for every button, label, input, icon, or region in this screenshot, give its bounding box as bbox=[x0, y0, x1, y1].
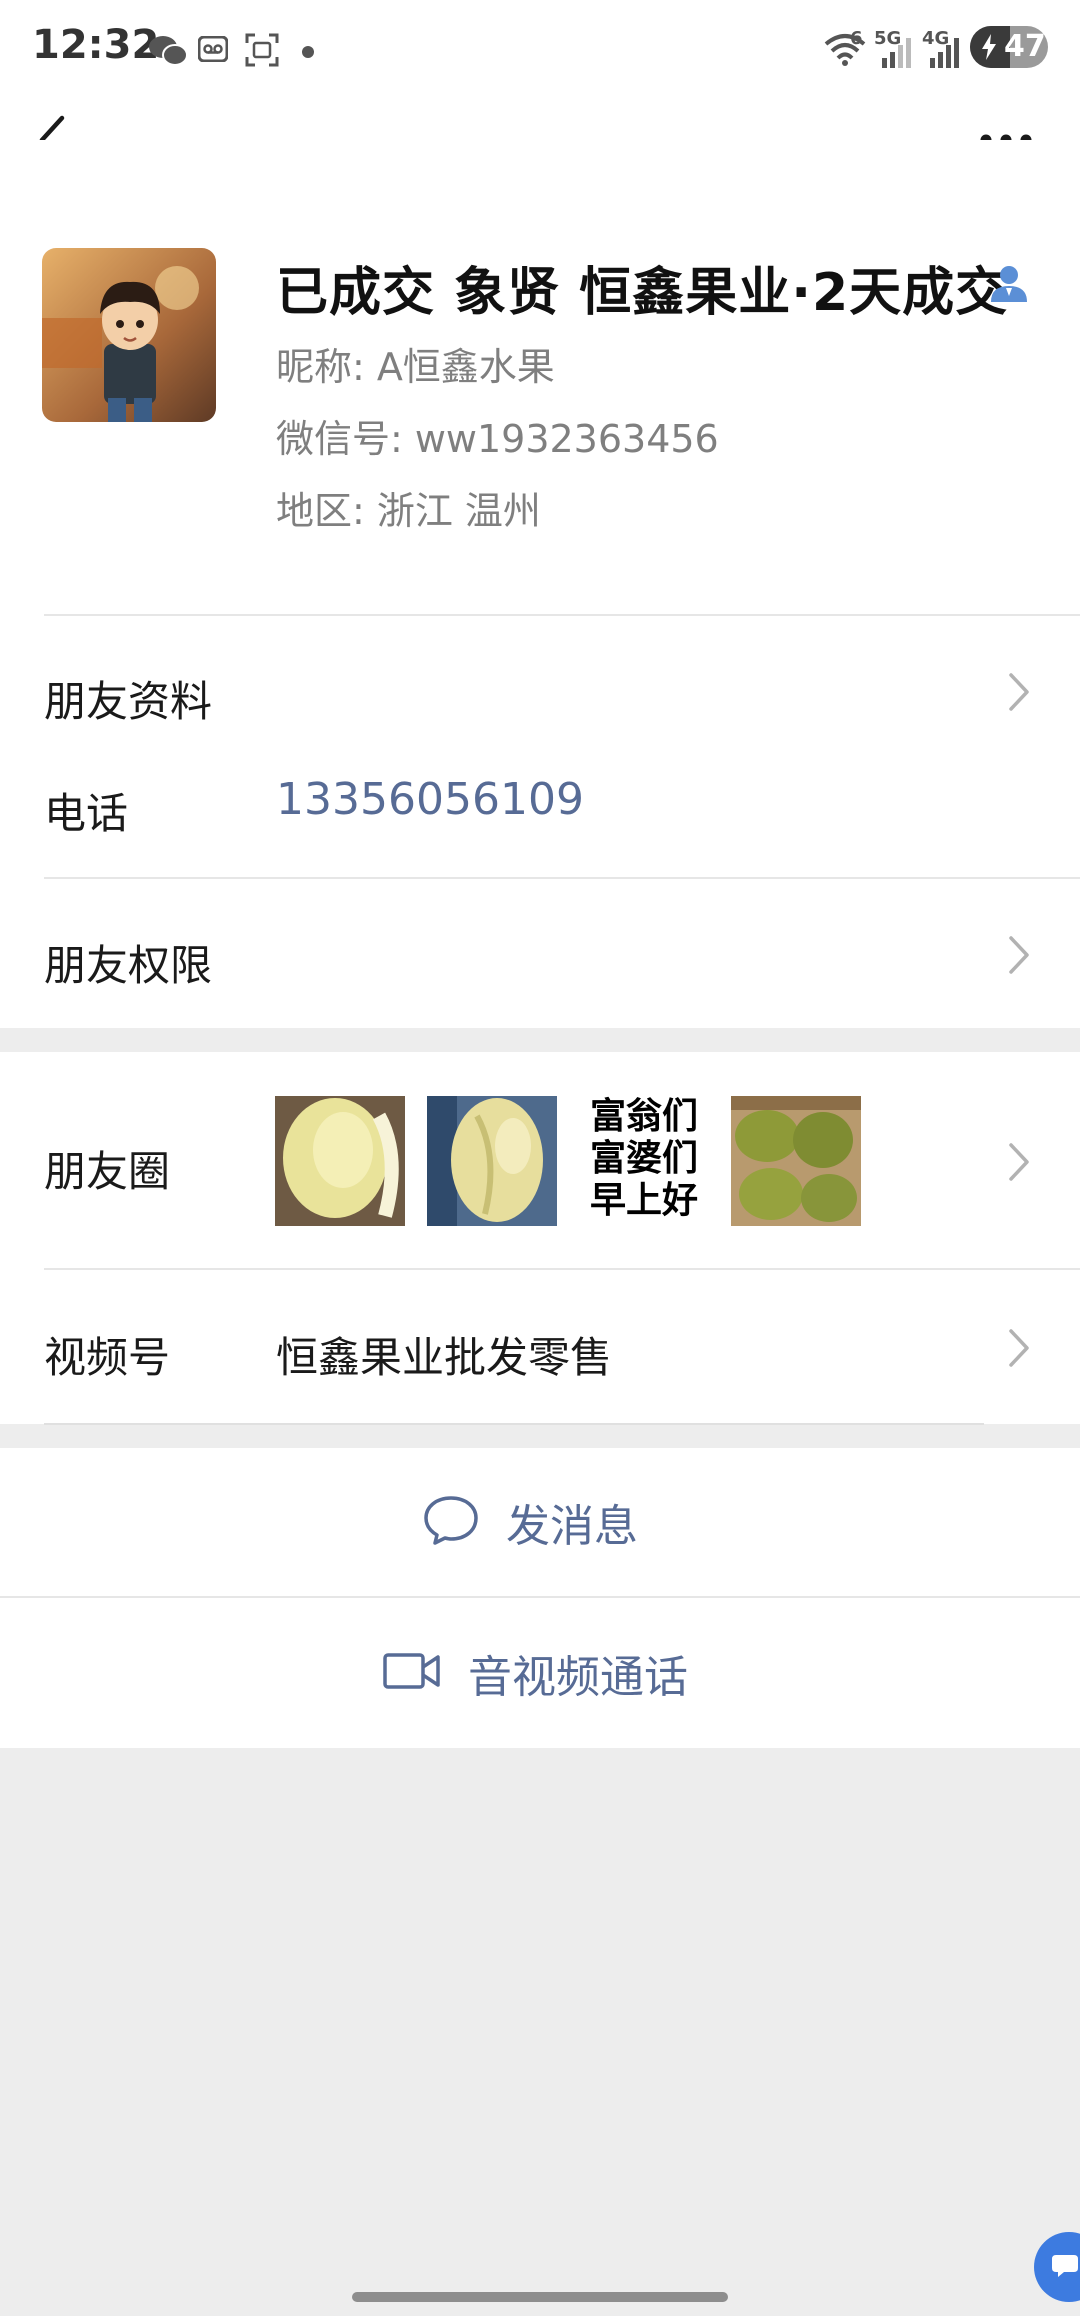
moments-thumbnail bbox=[427, 1096, 557, 1226]
chevron-right-icon bbox=[1008, 672, 1030, 712]
moments-text-thumbnail: 富翁们 富婆们 早上好 bbox=[579, 1096, 709, 1226]
display-name: 已成交 象贤 恒鑫果业·2天成交 bbox=[276, 263, 1009, 323]
battery-level: 47 bbox=[1004, 29, 1046, 64]
contact-icon[interactable] bbox=[988, 262, 1030, 308]
wechat-id-label: 微信号: bbox=[276, 417, 403, 461]
dot-icon bbox=[302, 43, 314, 62]
moments-thumbnail bbox=[731, 1096, 861, 1226]
region-province: 浙江 bbox=[376, 489, 453, 533]
chevron-right-icon bbox=[1008, 935, 1030, 975]
phone-number[interactable]: 13356056109 bbox=[276, 774, 584, 825]
video-call-button[interactable]: 音视频通话 bbox=[0, 1598, 1080, 1748]
signal-icon bbox=[880, 36, 914, 72]
send-message-button[interactable]: 发消息 bbox=[0, 1448, 1080, 1596]
region-city: 温州 bbox=[464, 489, 541, 533]
chevron-right-icon bbox=[1008, 1328, 1030, 1368]
voicemail-icon bbox=[197, 35, 229, 66]
region-line: 地区: 浙江 温州 bbox=[276, 480, 541, 535]
video-call-label: 音视频通话 bbox=[468, 1652, 688, 1703]
wifi-level: 6 bbox=[850, 28, 863, 49]
screenshot-icon bbox=[244, 32, 280, 72]
divider bbox=[44, 1423, 984, 1425]
battery-charging-icon: 47 bbox=[970, 26, 1048, 68]
signal-icon bbox=[928, 36, 962, 72]
friend-permissions-label: 朋友权限 bbox=[44, 941, 213, 990]
channels-label: 视频号 bbox=[44, 1333, 171, 1382]
nickname-label: 昵称: bbox=[276, 345, 365, 389]
wechat-icon bbox=[148, 34, 188, 72]
channels-value: 恒鑫果业批发零售 bbox=[276, 1333, 613, 1382]
wechat-id-value[interactable]: ww1932363456 bbox=[415, 417, 719, 461]
video-camera-icon bbox=[382, 1651, 442, 1695]
moments-label: 朋友圈 bbox=[44, 1147, 171, 1196]
send-message-label: 发消息 bbox=[506, 1501, 638, 1552]
home-indicator[interactable] bbox=[352, 2292, 728, 2302]
floating-chat-bubble[interactable] bbox=[1034, 2232, 1080, 2302]
nickname-value: A恒鑫水果 bbox=[376, 345, 555, 389]
wechat-id-line: 微信号: ww1932363456 bbox=[276, 408, 719, 463]
avatar[interactable] bbox=[42, 248, 216, 422]
moments-thumbnail bbox=[275, 1096, 405, 1226]
phone-label: 电话 bbox=[44, 789, 129, 838]
region-label: 地区: bbox=[276, 489, 365, 533]
friend-info-label: 朋友资料 bbox=[44, 677, 213, 726]
chevron-right-icon bbox=[1008, 1142, 1030, 1182]
status-time: 12:32 bbox=[32, 22, 160, 68]
nickname-line: 昵称: A恒鑫水果 bbox=[276, 336, 555, 391]
chat-bubble-icon bbox=[422, 1494, 480, 1550]
